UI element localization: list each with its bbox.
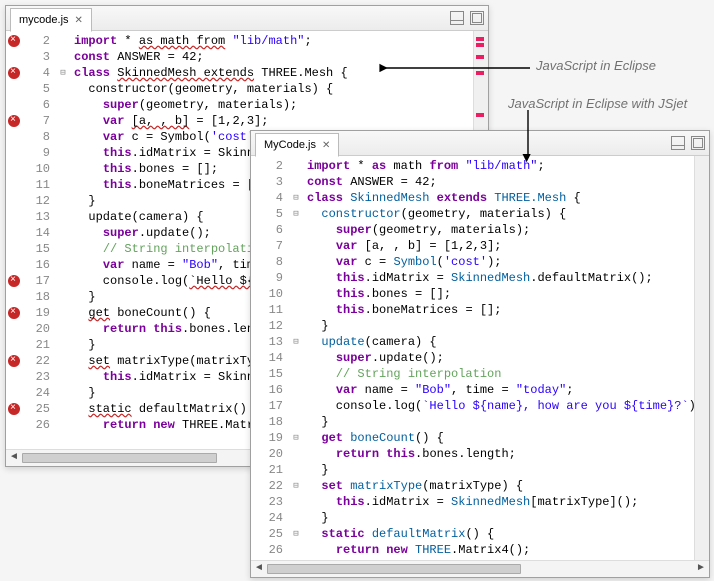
maximize-icon[interactable] <box>470 11 484 25</box>
code-line[interactable]: this.bones = []; <box>307 286 690 302</box>
code-line[interactable]: set matrixType(matrixType) { <box>307 478 690 494</box>
scrollbar-thumb[interactable] <box>22 453 217 463</box>
code-line[interactable]: } <box>307 510 690 526</box>
file-tab[interactable]: MyCode.js ✕ <box>255 133 339 157</box>
code-line[interactable]: } <box>307 462 690 478</box>
code-line[interactable]: var [a, , b] = [1,2,3]; <box>307 238 690 254</box>
close-icon[interactable]: ✕ <box>322 140 330 151</box>
code-line[interactable]: var [a, , b] = [1,2,3]; <box>74 113 469 129</box>
code-line[interactable]: var c = Symbol('cost'); <box>307 254 690 270</box>
error-marker-icon[interactable] <box>8 67 20 79</box>
code-line[interactable]: } <box>307 318 690 334</box>
code-line[interactable]: this.boneMatrices = []; <box>307 302 690 318</box>
close-icon[interactable]: ✕ <box>75 15 83 26</box>
code-line[interactable]: super(geometry, materials); <box>307 222 690 238</box>
code-line[interactable]: const ANSWER = 42; <box>307 174 690 190</box>
error-marker-icon[interactable] <box>8 403 20 415</box>
annotation-label-2: JavaScript in Eclipse with JSjet <box>508 96 687 111</box>
window-controls <box>450 11 484 25</box>
code-line[interactable]: super(geometry, materials); <box>74 97 469 113</box>
code-line[interactable]: import * as math from "lib/math"; <box>307 158 690 174</box>
maximize-icon[interactable] <box>691 136 705 150</box>
horizontal-scrollbar[interactable]: ◄ ► <box>251 560 709 577</box>
code-line[interactable]: } <box>307 414 690 430</box>
code-line[interactable]: static defaultMatrix() { <box>307 526 690 542</box>
tab-bar: MyCode.js ✕ <box>251 131 709 156</box>
tab-label: MyCode.js <box>264 139 316 151</box>
code-line[interactable]: return new THREE.Matrix4(); <box>307 542 690 558</box>
annotation-arrow-1 <box>380 60 560 80</box>
scroll-left-icon[interactable]: ◄ <box>8 451 20 463</box>
code-line[interactable]: return this.bones.length; <box>307 446 690 462</box>
tab-bar: mycode.js ✕ <box>6 6 488 31</box>
line-number-gutter: 2345678910111213141516171819202122232425… <box>22 31 56 449</box>
error-marker-icon[interactable] <box>8 307 20 319</box>
tab-label: mycode.js <box>19 14 69 26</box>
window-controls <box>671 136 705 150</box>
scroll-right-icon[interactable]: ► <box>695 562 707 574</box>
code-content[interactable]: import * as math from "lib/math";const A… <box>303 156 694 560</box>
code-line[interactable]: this.idMatrix = SkinnedMesh.defaultMatri… <box>307 270 690 286</box>
code-line[interactable]: var name = "Bob", time = "today"; <box>307 382 690 398</box>
overview-ruler[interactable] <box>694 156 709 560</box>
code-line[interactable]: console.log(`Hello ${name}, how are you … <box>307 398 690 414</box>
line-number-gutter: 2345678910111213141516171819202122232425… <box>251 156 289 560</box>
code-area[interactable]: 2345678910111213141516171819202122232425… <box>251 156 709 560</box>
code-line[interactable]: update(camera) { <box>307 334 690 350</box>
minimize-icon[interactable] <box>450 11 464 25</box>
error-marker-icon[interactable] <box>8 115 20 127</box>
fold-gutter[interactable] <box>289 156 303 560</box>
minimize-icon[interactable] <box>671 136 685 150</box>
code-line[interactable]: constructor(geometry, materials) { <box>74 81 469 97</box>
code-line[interactable]: class SkinnedMesh extends THREE.Mesh { <box>307 190 690 206</box>
error-marker-icon[interactable] <box>8 35 20 47</box>
annotation-label-1: JavaScript in Eclipse <box>536 58 656 73</box>
editor-window-2: MyCode.js ✕ 2345678910111213141516171819… <box>250 130 710 578</box>
fold-gutter[interactable] <box>56 31 70 449</box>
code-line[interactable]: super.update(); <box>307 350 690 366</box>
file-tab[interactable]: mycode.js ✕ <box>10 8 92 32</box>
code-line[interactable]: // String interpolation <box>307 366 690 382</box>
code-line[interactable]: get boneCount() { <box>307 430 690 446</box>
error-gutter <box>6 31 22 449</box>
code-line[interactable]: import * as math from "lib/math"; <box>74 33 469 49</box>
error-marker-icon[interactable] <box>8 275 20 287</box>
code-line[interactable]: constructor(geometry, materials) { <box>307 206 690 222</box>
code-line[interactable]: this.idMatrix = SkinnedMesh[matrixType](… <box>307 494 690 510</box>
scrollbar-thumb[interactable] <box>267 564 521 574</box>
annotation-arrow-2 <box>508 108 548 168</box>
scroll-left-icon[interactable]: ◄ <box>253 562 265 574</box>
error-marker-icon[interactable] <box>8 355 20 367</box>
